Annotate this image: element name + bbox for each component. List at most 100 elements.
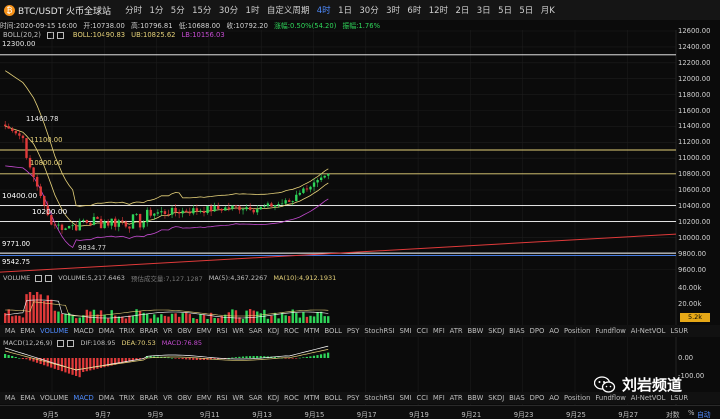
macd-settings-checkbox[interactable] xyxy=(57,339,65,347)
timeframe-tab-11[interactable]: 6时 xyxy=(407,4,421,16)
indicator-tab-rsi[interactable]: RSI xyxy=(216,327,227,335)
timeframe-tab-16[interactable]: 5日 xyxy=(519,4,533,16)
indicator-tab-roc[interactable]: ROC xyxy=(284,394,299,402)
timeframe-tab-4[interactable]: 30分 xyxy=(219,4,238,16)
indicator-tab-vr[interactable]: VR xyxy=(163,394,172,402)
indicator-tab-ai-netvol[interactable]: AI-NetVOL xyxy=(631,394,666,402)
timeframe-tab-13[interactable]: 2日 xyxy=(455,4,469,16)
percent-scale-button[interactable]: % xyxy=(688,409,694,417)
indicator-tab-macd[interactable]: MACD xyxy=(73,394,93,402)
indicator-tab-mfi[interactable]: MFI xyxy=(433,327,445,335)
indicator-tab-bbw[interactable]: BBW xyxy=(467,394,483,402)
indicator-tab-mtm[interactable]: MTM xyxy=(304,327,320,335)
indicator-tab-position[interactable]: Position xyxy=(564,394,590,402)
indicator-tab-skdj[interactable]: SKDJ xyxy=(488,327,504,335)
indicator-tab-smi[interactable]: SMI xyxy=(399,394,411,402)
indicator-tab-sar[interactable]: SAR xyxy=(249,394,263,402)
indicator-tab-psy[interactable]: PSY xyxy=(347,394,360,402)
indicator-tab-lsur[interactable]: LSUR xyxy=(670,394,688,402)
timeframe-tab-0[interactable]: 分时 xyxy=(125,4,142,16)
timeframe-tab-5[interactable]: 1时 xyxy=(246,4,260,16)
timeframe-tab-12[interactable]: 12时 xyxy=(429,4,448,16)
indicator-tab-lsur[interactable]: LSUR xyxy=(670,327,688,335)
date-label: 9月13 xyxy=(252,411,272,419)
indicator-tab-brar[interactable]: BRAR xyxy=(140,327,158,335)
macd-bar xyxy=(71,358,74,375)
macd-close-checkbox[interactable] xyxy=(67,339,75,347)
indicator-tab-emv[interactable]: EMV xyxy=(197,394,212,402)
symbol-title[interactable]: BTC/USDT 火币全球站 xyxy=(18,4,111,17)
log-scale-button[interactable]: 对数 xyxy=(666,409,680,419)
indicator-tab-trix[interactable]: TRIX xyxy=(119,394,135,402)
indicator-tab-position[interactable]: Position xyxy=(564,327,590,335)
indicator-tab-mtm[interactable]: MTM xyxy=(304,394,320,402)
timeframe-tab-9[interactable]: 30分 xyxy=(359,4,378,16)
indicator-tab-ema[interactable]: EMA xyxy=(20,327,35,335)
indicator-tab-volume[interactable]: VOLUME xyxy=(40,327,68,335)
indicator-tab-macd[interactable]: MACD xyxy=(73,327,93,335)
indicator-tab-brar[interactable]: BRAR xyxy=(140,394,158,402)
macd-bar xyxy=(78,358,81,378)
indicator-tab-ma[interactable]: MA xyxy=(5,394,16,402)
indicator-tab-bbw[interactable]: BBW xyxy=(467,327,483,335)
indicator-tab-bias[interactable]: BIAS xyxy=(509,394,525,402)
indicator-tab-dma[interactable]: DMA xyxy=(99,394,115,402)
timeframe-tab-7[interactable]: 4时 xyxy=(317,4,331,16)
indicator-tab-mfi[interactable]: MFI xyxy=(433,394,445,402)
indicator-tab-stochrsi[interactable]: StochRSI xyxy=(364,327,394,335)
timeframe-tab-6[interactable]: 自定义周期 xyxy=(267,4,310,16)
indicator-tab-obv[interactable]: OBV xyxy=(177,394,191,402)
indicator-tab-sar[interactable]: SAR xyxy=(249,327,263,335)
indicator-tab-wr[interactable]: WR xyxy=(232,327,243,335)
indicator-tab-psy[interactable]: PSY xyxy=(347,327,360,335)
timeframe-tab-2[interactable]: 5分 xyxy=(171,4,185,16)
indicator-tab-cci[interactable]: CCI xyxy=(417,394,429,402)
indicator-tab-ma[interactable]: MA xyxy=(5,327,16,335)
indicator-tab-dma[interactable]: DMA xyxy=(99,327,115,335)
indicator-tab-fundflow[interactable]: Fundflow xyxy=(595,394,625,402)
indicator-tab-stochrsi[interactable]: StochRSI xyxy=(364,394,394,402)
indicator-tab-dpo[interactable]: DPO xyxy=(530,394,545,402)
indicator-tab-roc[interactable]: ROC xyxy=(284,327,299,335)
indicator-tab-kdj[interactable]: KDJ xyxy=(267,394,279,402)
indicator-tab-ao[interactable]: AO xyxy=(549,327,559,335)
volume-close-checkbox[interactable] xyxy=(45,274,53,282)
indicator-tab-kdj[interactable]: KDJ xyxy=(267,327,279,335)
indicator-tab-wr[interactable]: WR xyxy=(232,394,243,402)
macd-bar xyxy=(82,358,85,372)
timeframe-tab-8[interactable]: 1日 xyxy=(338,4,352,16)
indicator-tab-atr[interactable]: ATR xyxy=(450,327,463,335)
info-change: 涨幅:0.50%(54.20) xyxy=(274,22,337,30)
indicator-tab-dpo[interactable]: DPO xyxy=(530,327,545,335)
macd-label: MACD(12,26,9) xyxy=(3,339,53,347)
timeframe-tab-17[interactable]: 月K xyxy=(541,4,555,16)
volume-bar xyxy=(21,317,25,323)
volume-settings-checkbox[interactable] xyxy=(35,274,43,282)
timeframe-tab-10[interactable]: 3时 xyxy=(386,4,400,16)
chart-canvas[interactable] xyxy=(0,30,720,405)
timeframe-tab-1[interactable]: 1分 xyxy=(149,4,163,16)
indicator-tab-smi[interactable]: SMI xyxy=(399,327,411,335)
indicator-tab-boll[interactable]: BOLL xyxy=(325,327,342,335)
indicator-tab-trix[interactable]: TRIX xyxy=(119,327,135,335)
timeframe-tab-15[interactable]: 5日 xyxy=(498,4,512,16)
indicator-tab-volume[interactable]: VOLUME xyxy=(40,394,68,402)
indicator-tab-cci[interactable]: CCI xyxy=(417,327,429,335)
indicator-tab-ao[interactable]: AO xyxy=(549,394,559,402)
indicator-tab-vr[interactable]: VR xyxy=(163,327,172,335)
timeframe-tab-3[interactable]: 15分 xyxy=(192,4,211,16)
candle-body xyxy=(92,216,96,225)
indicator-tab-fundflow[interactable]: Fundflow xyxy=(595,327,625,335)
indicator-tab-boll[interactable]: BOLL xyxy=(325,394,342,402)
indicator-tab-skdj[interactable]: SKDJ xyxy=(488,394,504,402)
auto-scale-button[interactable]: 自动 xyxy=(697,409,711,419)
timeframe-tab-14[interactable]: 3日 xyxy=(477,4,491,16)
indicator-tab-emv[interactable]: EMV xyxy=(197,327,212,335)
indicator-tab-ai-netvol[interactable]: AI-NetVOL xyxy=(631,327,666,335)
indicator-tab-ema[interactable]: EMA xyxy=(20,394,35,402)
indicator-tab-obv[interactable]: OBV xyxy=(177,327,191,335)
indicator-tab-atr[interactable]: ATR xyxy=(450,394,463,402)
macd-bar xyxy=(295,358,298,359)
indicator-tab-rsi[interactable]: RSI xyxy=(216,394,227,402)
indicator-tab-bias[interactable]: BIAS xyxy=(509,327,525,335)
